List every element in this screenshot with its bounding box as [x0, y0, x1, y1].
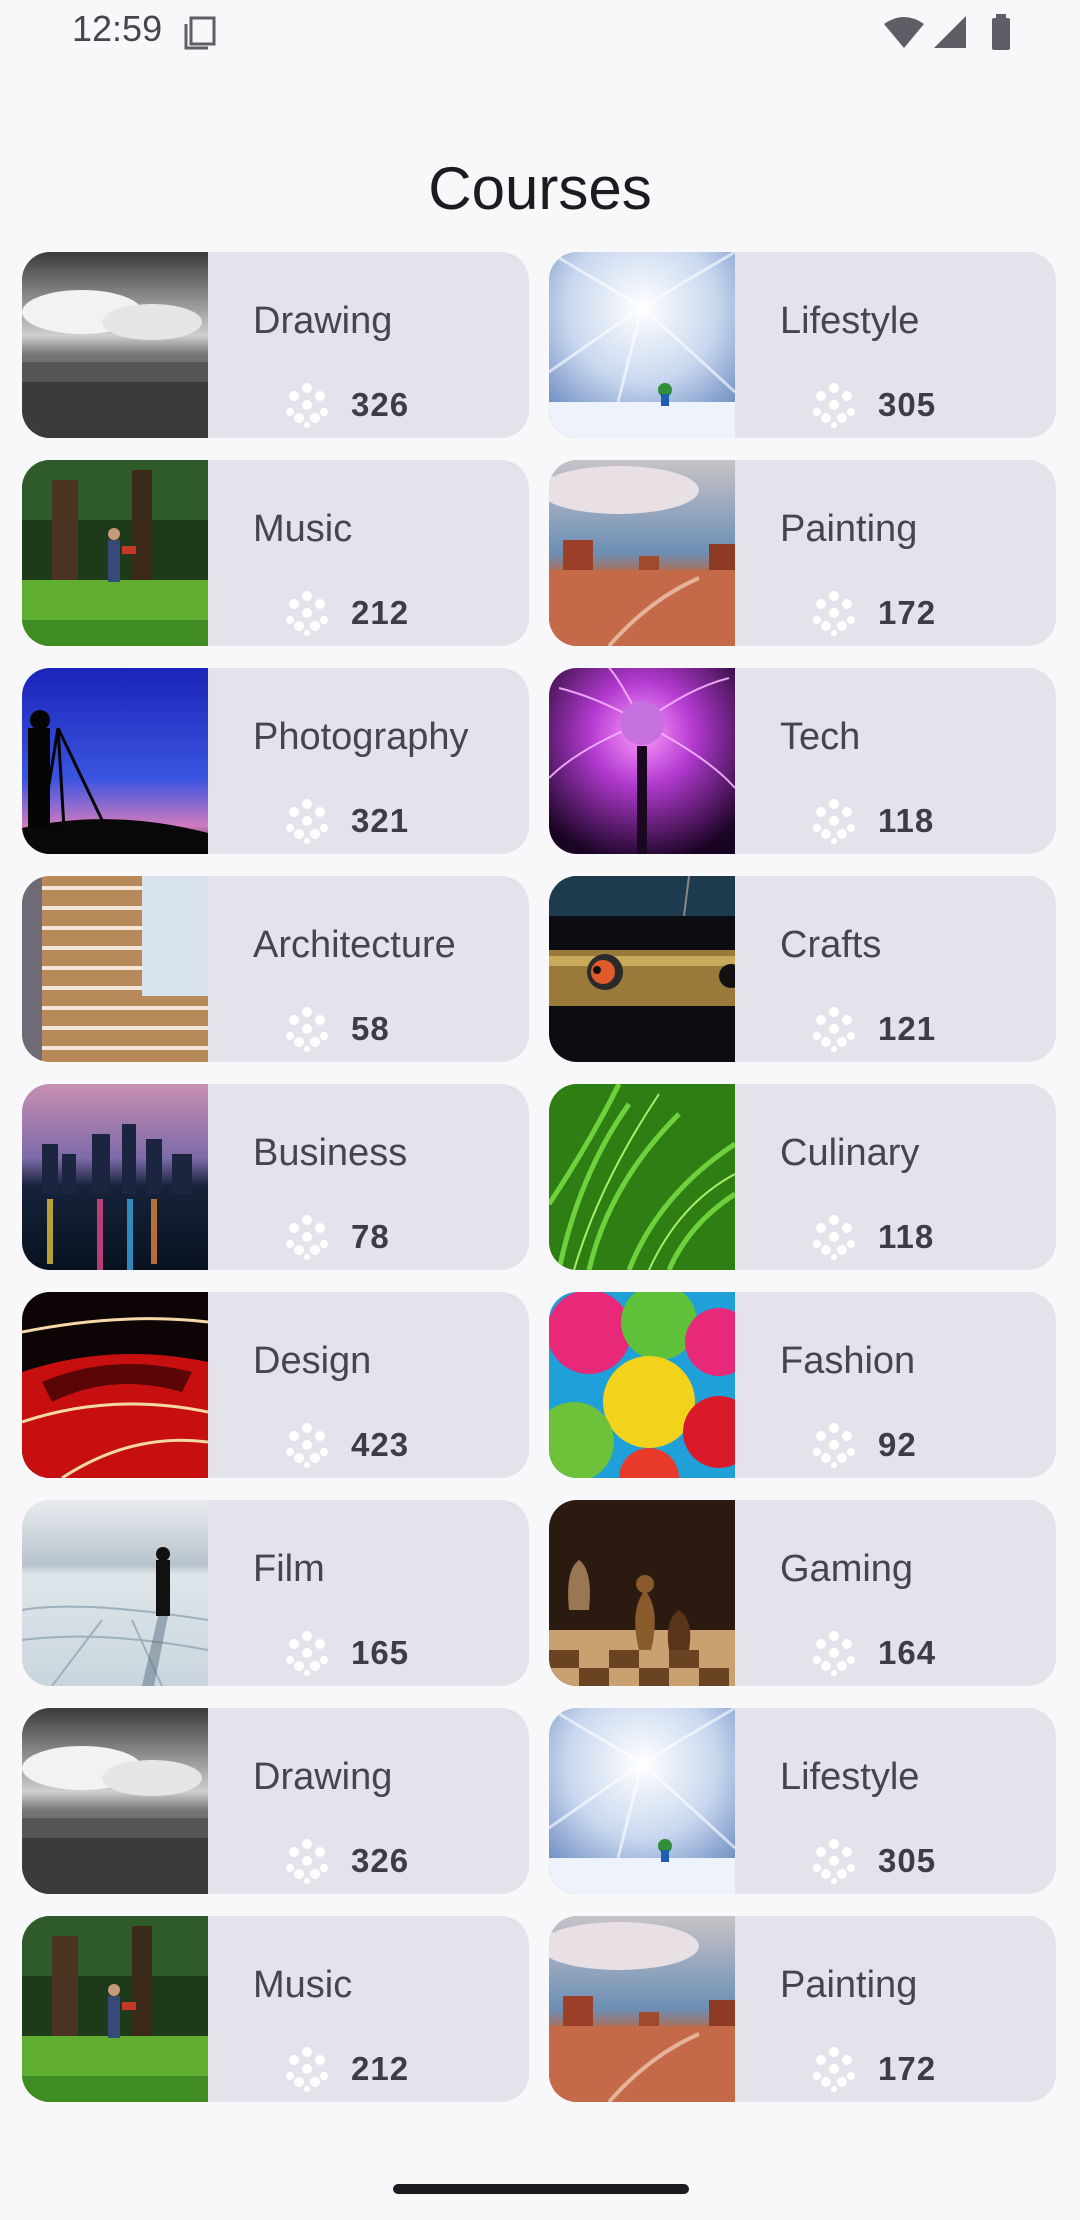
course-card[interactable]: Lifestyle 305 [549, 252, 1056, 438]
dots-grid-icon [284, 1838, 330, 1884]
course-thumbnail [549, 1500, 735, 1686]
course-label: Drawing [253, 300, 393, 342]
course-thumbnail [22, 1084, 208, 1270]
course-card[interactable]: Gaming 164 [549, 1500, 1056, 1686]
course-count: 305 [878, 386, 937, 423]
course-label: Design [253, 1340, 372, 1382]
wifi-icon [884, 17, 924, 48]
dots-grid-icon [284, 1006, 330, 1052]
course-label: Music [253, 1964, 353, 2006]
course-label: Lifestyle [780, 1756, 920, 1798]
status-bar: 12:59 [0, 0, 1080, 64]
dots-grid-icon [811, 382, 857, 428]
dots-grid-icon [811, 1838, 857, 1884]
page-title: Courses [428, 155, 652, 223]
course-count: 118 [878, 802, 935, 839]
course-card[interactable]: Tech 118 [549, 668, 1056, 854]
course-thumbnail [22, 876, 208, 1062]
dots-grid-icon [284, 590, 330, 636]
course-thumbnail [22, 1500, 208, 1686]
course-thumbnail [549, 1292, 735, 1478]
dots-grid-icon [284, 382, 330, 428]
home-indicator[interactable] [393, 2184, 689, 2194]
course-count: 165 [351, 1634, 410, 1671]
course-thumbnail [22, 1916, 208, 2102]
course-count: 305 [878, 1842, 937, 1879]
battery-icon [992, 18, 1010, 50]
status-time: 12:59 [72, 8, 163, 49]
course-label: Business [253, 1132, 408, 1174]
course-count: 212 [351, 594, 410, 631]
course-count: 321 [351, 802, 410, 839]
course-label: Crafts [780, 924, 882, 966]
signal-icon [934, 16, 966, 48]
course-card[interactable]: Photography 321 [22, 668, 529, 854]
course-thumbnail [549, 460, 735, 646]
course-count: 58 [351, 1010, 390, 1047]
course-count: 326 [351, 1842, 410, 1879]
course-card[interactable]: Painting 172 [549, 1916, 1056, 2102]
course-thumbnail [22, 1708, 208, 1894]
status-icons [882, 14, 1014, 54]
dots-grid-icon [811, 1006, 857, 1052]
course-card[interactable]: Business 78 [22, 1084, 529, 1270]
dots-grid-icon [811, 1630, 857, 1676]
course-card[interactable]: Music 212 [22, 1916, 529, 2102]
course-thumbnail [22, 460, 208, 646]
dots-grid-icon [284, 798, 330, 844]
course-card[interactable]: Design 423 [22, 1292, 529, 1478]
course-label: Architecture [253, 924, 456, 966]
course-card[interactable]: Music 212 [22, 460, 529, 646]
course-label: Film [253, 1548, 325, 1590]
course-thumbnail [549, 1708, 735, 1894]
course-card[interactable]: Architecture 58 [22, 876, 529, 1062]
course-card[interactable]: Drawing 326 [22, 1708, 529, 1894]
course-label: Photography [253, 716, 469, 758]
course-count: 164 [878, 1634, 937, 1671]
course-thumbnail [22, 252, 208, 438]
course-count: 172 [878, 594, 937, 631]
dots-grid-icon [811, 2046, 857, 2092]
course-count: 92 [878, 1426, 917, 1463]
dots-grid-icon [284, 1630, 330, 1676]
course-label: Painting [780, 508, 918, 550]
course-card[interactable]: Lifestyle 305 [549, 1708, 1056, 1894]
course-card[interactable]: Drawing 326 [22, 252, 529, 438]
dots-grid-icon [811, 1214, 857, 1260]
course-thumbnail [549, 252, 735, 438]
course-label: Culinary [780, 1132, 920, 1174]
dots-grid-icon [811, 1422, 857, 1468]
course-thumbnail [549, 1916, 735, 2102]
course-card[interactable]: Film 165 [22, 1500, 529, 1686]
course-card[interactable]: Culinary 118 [549, 1084, 1056, 1270]
course-thumbnail [549, 1084, 735, 1270]
course-label: Tech [780, 716, 861, 758]
course-label: Music [253, 508, 353, 550]
course-thumbnail [22, 1292, 208, 1478]
course-label: Fashion [780, 1340, 916, 1382]
dots-grid-icon [811, 798, 857, 844]
course-card[interactable]: Painting 172 [549, 460, 1056, 646]
course-count: 78 [351, 1218, 390, 1255]
dots-grid-icon [284, 1214, 330, 1260]
dots-grid-icon [284, 1422, 330, 1468]
course-count: 326 [351, 386, 410, 423]
notification-icon [184, 16, 216, 50]
course-label: Drawing [253, 1756, 393, 1798]
course-thumbnail [22, 668, 208, 854]
course-card[interactable]: Fashion 92 [549, 1292, 1056, 1478]
course-count: 172 [878, 2050, 937, 2087]
dots-grid-icon [284, 2046, 330, 2092]
dots-grid-icon [811, 590, 857, 636]
course-count: 121 [878, 1010, 937, 1047]
course-thumbnail [549, 876, 735, 1062]
course-card[interactable]: Crafts 121 [549, 876, 1056, 1062]
course-label: Gaming [780, 1548, 914, 1590]
course-label: Painting [780, 1964, 918, 2006]
course-label: Lifestyle [780, 300, 920, 342]
course-count: 423 [351, 1426, 410, 1463]
course-thumbnail [549, 668, 735, 854]
course-count: 212 [351, 2050, 410, 2087]
course-count: 118 [878, 1218, 935, 1255]
